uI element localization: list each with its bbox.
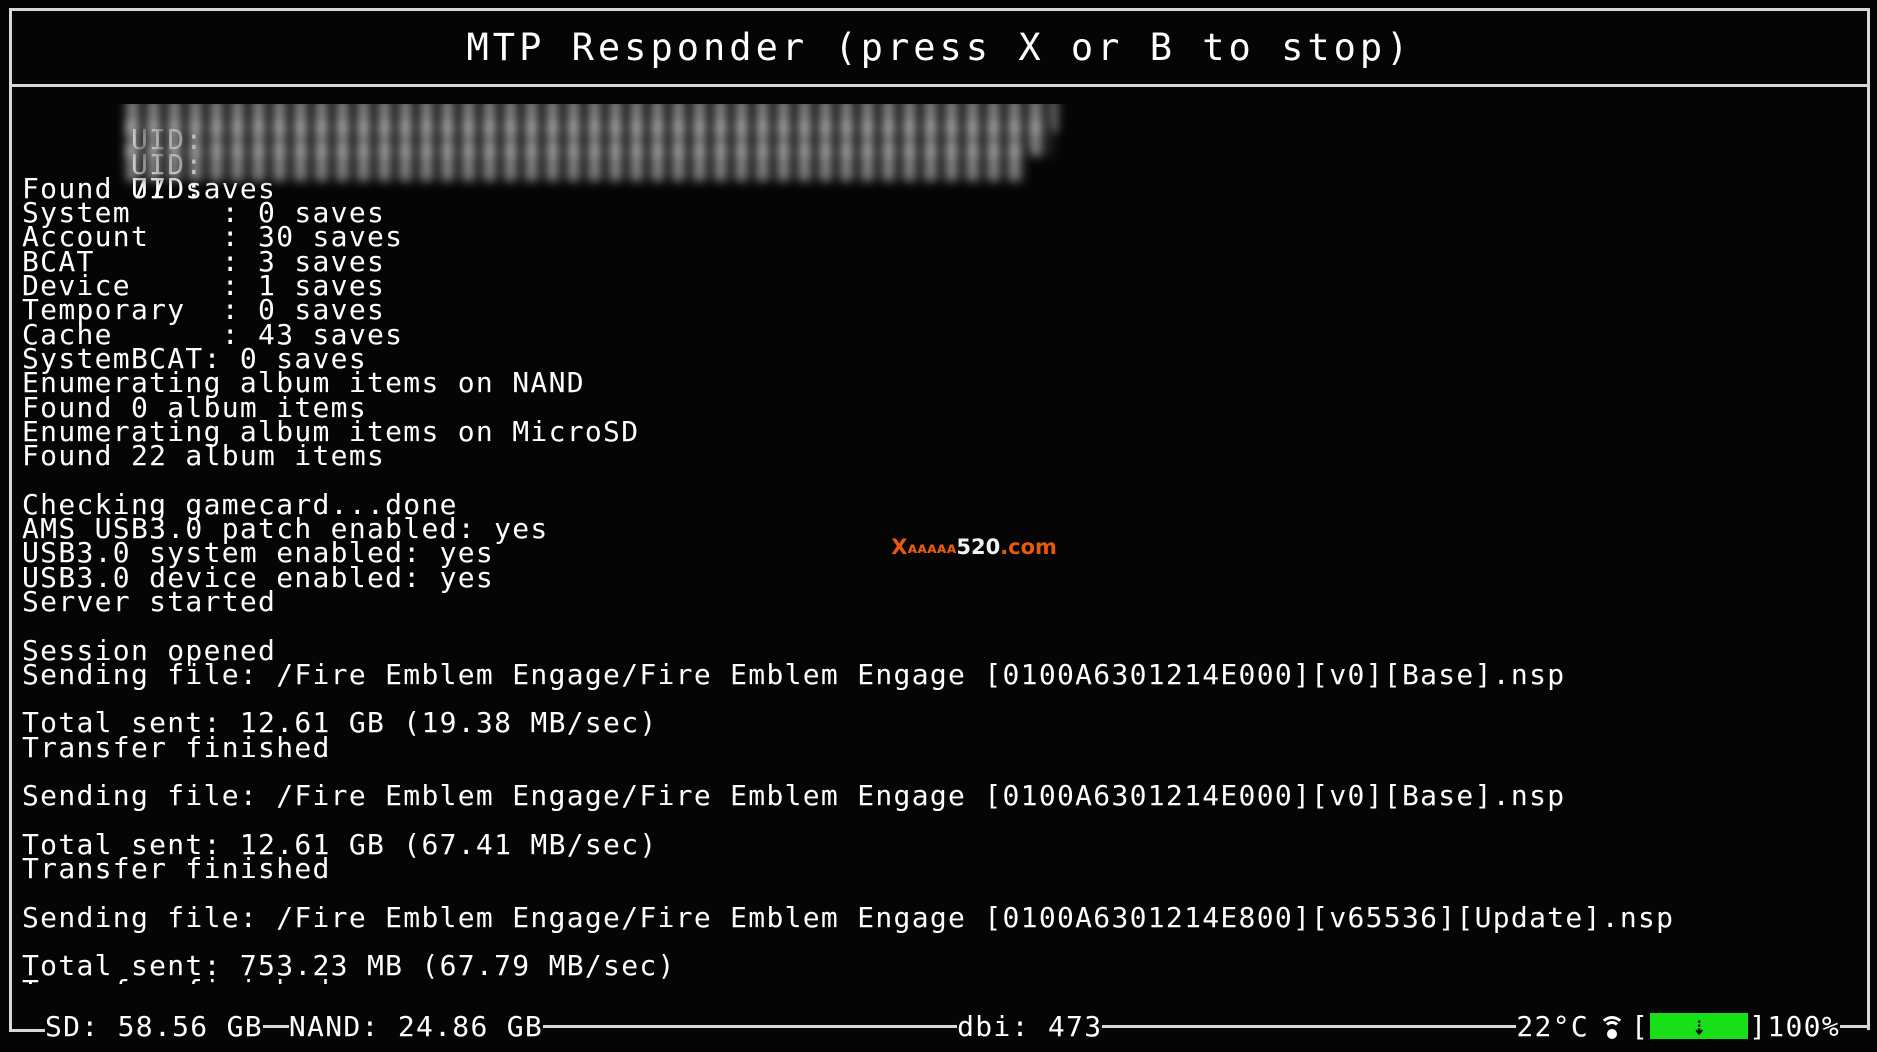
log-line: Transfer finished	[22, 976, 1860, 984]
uid-row: UID:	[22, 146, 1860, 202]
uid-redaction	[127, 146, 1027, 181]
battery-bracket-open: [	[1631, 1009, 1650, 1043]
uid-row: UID:	[22, 104, 1860, 154]
title-bar: MTP Responder (press X or B to stop)	[12, 11, 1867, 84]
battery-charging-icon: ⇣	[1650, 1010, 1749, 1041]
console-log-lines: Found 77 saves System : 0 saves Account : …	[22, 174, 1860, 984]
watermark-prefix: X	[891, 535, 908, 559]
status-rule	[262, 1024, 289, 1028]
temperature-label: 22°C	[1516, 1009, 1590, 1043]
wifi-icon	[1599, 1015, 1626, 1039]
uid-label: UID:	[130, 171, 204, 205]
battery-bracket-close: ]	[1749, 1009, 1768, 1043]
battery-indicator: [ ⇣ ]	[1631, 1010, 1767, 1043]
title-divider	[9, 84, 1870, 87]
log-line: Sending file: /Fire Emblem Engage/Fire E…	[22, 779, 1566, 813]
sd-storage-label: SD: 58.56 GB	[45, 1009, 263, 1043]
frame-left-border	[9, 8, 12, 1030]
status-rule	[1102, 1024, 1517, 1028]
log-line: Transfer finished	[22, 852, 331, 886]
log-line: Sending file: /Fire Emblem Engage/Fire E…	[22, 657, 1566, 691]
log-line: Sending file: /Fire Emblem Engage/Fire E…	[22, 900, 1675, 934]
page-title: MTP Responder (press X or B to stop)	[466, 26, 1413, 69]
dbi-count-label: dbi: 473	[957, 1009, 1103, 1043]
mtp-responder-screen: MTP Responder (press X or B to stop) UID…	[0, 0, 1877, 1052]
log-line: Found 22 album items	[22, 439, 386, 473]
frame-right-border	[1867, 8, 1870, 1030]
site-watermark: Xᴀᴀᴀᴀᴀ520.com	[862, 516, 1057, 580]
status-rule	[543, 1024, 958, 1028]
uid-row: UID:	[22, 122, 1860, 178]
battery-percent-label: 100%	[1767, 1009, 1840, 1043]
nand-storage-label: NAND: 24.86 GB	[288, 1009, 544, 1043]
status-rule	[1840, 1024, 1870, 1028]
uid-redaction	[127, 122, 1052, 157]
log-line-blank	[22, 614, 1860, 638]
watermark-suffix: .com	[1000, 535, 1057, 559]
battery-bolt-glyph: ⇣	[1692, 1010, 1706, 1041]
status-bar: SD: 58.56 GB NAND: 24.86 GB dbi: 473 22°…	[9, 990, 1870, 1052]
log-line: Transfer finished	[22, 730, 331, 764]
watermark-small: ᴀᴀᴀᴀᴀ	[907, 539, 957, 557]
watermark-digits: 520	[956, 535, 1001, 559]
